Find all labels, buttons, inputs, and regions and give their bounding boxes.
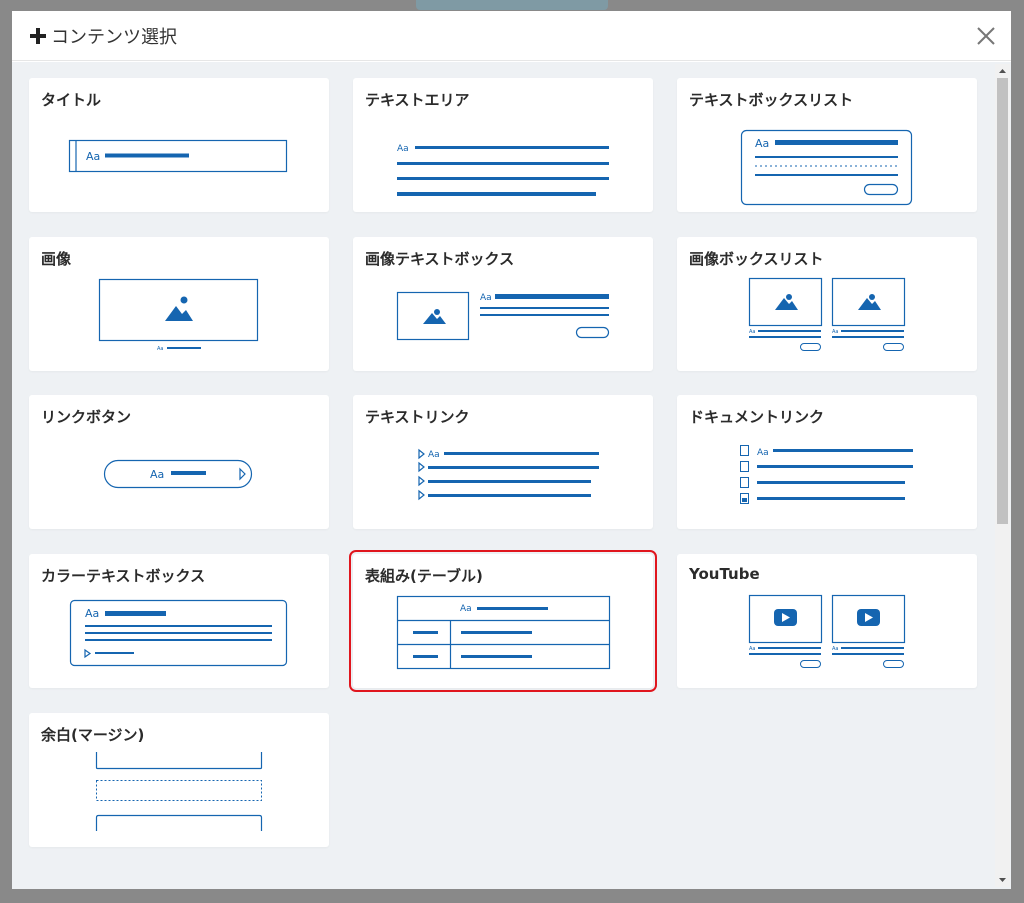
content-grid: タイトル Aa テキストエリア Aa テキストボックスリスト Aa 画像 Aa … xyxy=(12,62,1011,889)
content-select-dialog: コンテンツ選択 タイトル Aa テキストエリア Aa テキストボックスリスト A… xyxy=(12,11,1011,889)
plus-icon xyxy=(30,28,46,44)
background-tab xyxy=(416,0,608,10)
card-image[interactable]: 画像 Aa xyxy=(29,237,329,371)
card-text-area[interactable]: テキストエリア Aa xyxy=(353,78,653,212)
image-text-box-illustration: Aa xyxy=(396,291,610,341)
card-title[interactable]: タイトル Aa xyxy=(29,78,329,212)
text-link-illustration: Aa xyxy=(418,448,599,501)
svg-text:Aa: Aa xyxy=(157,346,163,352)
svg-text:Aa: Aa xyxy=(755,137,769,150)
dialog-title-row: コンテンツ選択 xyxy=(29,23,177,49)
svg-text:Aa: Aa xyxy=(832,329,838,335)
image-box-list-illustration: Aa Aa xyxy=(748,277,906,351)
card-text-box-list[interactable]: テキストボックスリスト Aa xyxy=(677,78,977,212)
dialog-header: コンテンツ選択 xyxy=(12,11,1011,61)
document-link-illustration: Aa xyxy=(740,445,913,504)
card-image-text-box[interactable]: 画像テキストボックス Aa xyxy=(353,237,653,371)
svg-text:Aa: Aa xyxy=(85,607,99,620)
scroll-up-icon[interactable] xyxy=(995,64,1010,78)
close-icon[interactable] xyxy=(975,25,997,47)
title-illustration: Aa xyxy=(68,139,288,173)
scrollbar-thumb[interactable] xyxy=(997,78,1008,524)
card-color-text-box[interactable]: カラーテキストボックス Aa xyxy=(29,554,329,688)
card-margin[interactable]: 余白(マージン) xyxy=(29,713,329,847)
card-image-box-list[interactable]: 画像ボックスリスト Aa Aa xyxy=(677,237,977,371)
link-button-illustration: Aa xyxy=(103,459,253,489)
image-illustration: Aa xyxy=(98,278,259,352)
vertical-scrollbar[interactable] xyxy=(995,64,1010,887)
card-text-link[interactable]: テキストリンク Aa xyxy=(353,395,653,529)
svg-text:Aa: Aa xyxy=(480,293,492,303)
text-area-illustration: Aa xyxy=(397,144,609,196)
svg-text:Aa: Aa xyxy=(397,144,409,154)
svg-text:Aa: Aa xyxy=(757,448,769,458)
svg-text:Aa: Aa xyxy=(749,329,755,335)
table-illustration: Aa xyxy=(396,595,611,670)
svg-text:Aa: Aa xyxy=(749,646,755,652)
svg-text:Aa: Aa xyxy=(86,150,100,163)
color-text-box-illustration: Aa xyxy=(69,599,288,667)
dialog-title: コンテンツ選択 xyxy=(51,27,177,48)
scroll-down-icon[interactable] xyxy=(995,873,1010,887)
svg-text:Aa: Aa xyxy=(428,450,440,460)
youtube-illustration: Aa Aa xyxy=(748,594,906,668)
card-document-link[interactable]: ドキュメントリンク Aa xyxy=(677,395,977,529)
margin-illustration xyxy=(95,752,263,831)
svg-text:Aa: Aa xyxy=(150,468,164,481)
svg-text:Aa: Aa xyxy=(460,604,472,614)
svg-text:Aa: Aa xyxy=(832,646,838,652)
card-link-button[interactable]: リンクボタン Aa xyxy=(29,395,329,529)
text-box-list-illustration: Aa xyxy=(740,129,913,206)
card-table[interactable]: 表組み(テーブル) Aa xyxy=(349,550,657,692)
card-youtube[interactable]: YouTube Aa Aa xyxy=(677,554,977,688)
